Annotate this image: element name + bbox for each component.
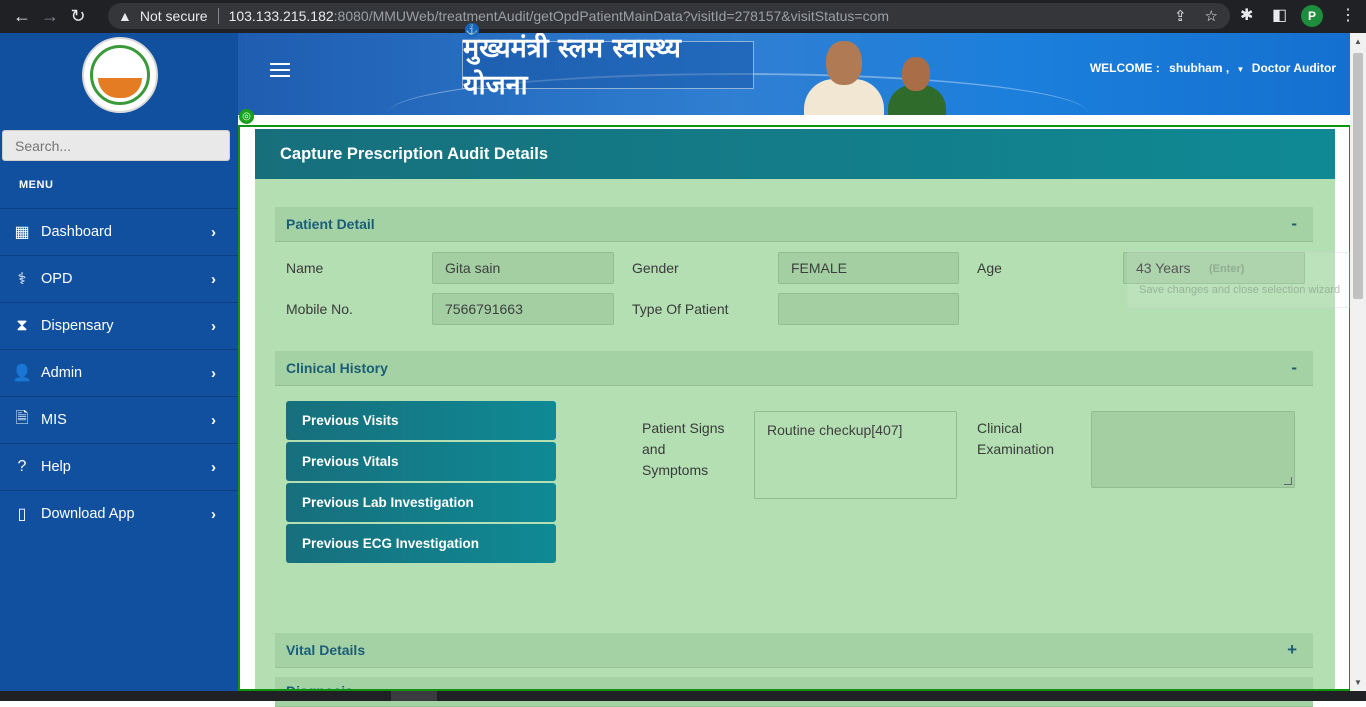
target-icon[interactable]: ◎: [239, 109, 254, 124]
security-label: Not secure: [139, 8, 208, 24]
sidebar-item-label: Download App: [41, 506, 135, 522]
divider: [217, 8, 219, 24]
sidebar-item-label: Dashboard: [41, 224, 112, 240]
taskbar: [0, 691, 1366, 701]
browser-toolbar: ← → ↻ ▲ Not secure 103.133.215.182:8080/…: [0, 0, 1366, 33]
sidebar-item-admin[interactable]: 👤 Admin ›: [0, 349, 238, 396]
top-header: मुख्यमंत्री स्लम स्वास्थ्य योजना WELCOME…: [238, 33, 1350, 115]
more-menu-icon[interactable]: ⋮: [1340, 5, 1356, 25]
mobile-icon: ▯: [17, 506, 27, 523]
welcome-user: WELCOME : shubham , ▼ Doctor Auditor: [1090, 61, 1336, 75]
chevron-right-icon: ›: [211, 458, 216, 476]
doctor-icon: ⚕: [17, 271, 27, 288]
side-panel-icon[interactable]: ◧: [1272, 5, 1287, 25]
sidebar-item-download-app[interactable]: ▯ Download App ›: [0, 490, 238, 537]
building-icon: ▦: [14, 224, 30, 241]
sidebar-item-label: Admin: [41, 365, 83, 381]
leader-photo: [886, 55, 948, 115]
chevron-right-icon: ›: [211, 223, 216, 241]
sidebar-menu: ▦ Dashboard › ⚕ OPD › ⧗ Dispensary › 👤 A…: [0, 208, 238, 537]
sidebar-item-label: Dispensary: [41, 318, 114, 334]
back-icon[interactable]: ←: [8, 3, 36, 31]
user-shield-icon: 👤: [12, 365, 32, 382]
chevron-right-icon: ›: [211, 364, 216, 382]
scroll-down-icon[interactable]: ▼: [1354, 678, 1362, 687]
sidebar-item-label: Help: [41, 459, 71, 475]
chevron-right-icon: ›: [211, 411, 216, 429]
anchor-icon: ⚓: [465, 23, 479, 37]
sidebar-item-opd[interactable]: ⚕ OPD ›: [0, 255, 238, 302]
chevron-right-icon: ›: [211, 317, 216, 335]
hamburger-menu-icon[interactable]: [270, 63, 290, 81]
forward-icon[interactable]: →: [36, 3, 64, 31]
sidebar-item-dispensary[interactable]: ⧗ Dispensary ›: [0, 302, 238, 349]
user-role-dropdown[interactable]: Doctor Auditor: [1252, 61, 1336, 75]
selection-frame: [238, 125, 1351, 691]
profile-avatar[interactable]: P: [1301, 5, 1323, 27]
address-bar[interactable]: ▲ Not secure 103.133.215.182:8080/MMUWeb…: [108, 3, 1230, 29]
url-host: 103.133.215.182: [228, 8, 334, 24]
vertical-scrollbar[interactable]: ▲ ▼: [1350, 33, 1366, 691]
sidebar-item-label: OPD: [41, 271, 73, 287]
logo: [82, 37, 158, 113]
url-path: :8080/MMUWeb/treatmentAudit/getOpdPatien…: [333, 8, 890, 24]
warning-icon: ▲: [118, 8, 132, 24]
user-name: shubham ,: [1169, 61, 1230, 75]
sidebar-item-dashboard[interactable]: ▦ Dashboard ›: [0, 208, 238, 255]
scrollbar-thumb[interactable]: [1353, 53, 1363, 299]
welcome-label: WELCOME :: [1089, 61, 1160, 75]
caret-down-icon[interactable]: ▼: [1237, 65, 1245, 74]
star-icon[interactable]: ☆: [1205, 7, 1218, 25]
chevron-right-icon: ›: [211, 505, 216, 523]
scroll-up-icon[interactable]: ▲: [1354, 37, 1362, 46]
file-plus-icon: 🗎: [15, 409, 29, 427]
chevron-right-icon: ›: [211, 270, 216, 288]
scheme-title: मुख्यमंत्री स्लम स्वास्थ्य योजना: [462, 33, 754, 101]
reload-icon[interactable]: ↻: [64, 3, 92, 31]
sidebar: MENU ▦ Dashboard › ⚕ OPD › ⧗ Dispensary …: [0, 33, 238, 701]
search-input[interactable]: [2, 130, 230, 161]
extensions-icon[interactable]: ✱: [1240, 5, 1253, 25]
question-circle-icon: ?: [17, 458, 27, 475]
menu-title: MENU: [19, 179, 54, 191]
sidebar-item-help[interactable]: ? Help ›: [0, 443, 238, 490]
leader-photo: [798, 39, 886, 115]
selection-wizard-hint: (Enter) Save changes and close selection…: [1127, 252, 1366, 308]
sidebar-item-label: MIS: [41, 412, 67, 428]
hourglass-icon: ⧗: [16, 317, 28, 334]
sidebar-item-mis[interactable]: 🗎 MIS ›: [0, 396, 238, 443]
share-icon[interactable]: ⇪: [1174, 7, 1187, 25]
